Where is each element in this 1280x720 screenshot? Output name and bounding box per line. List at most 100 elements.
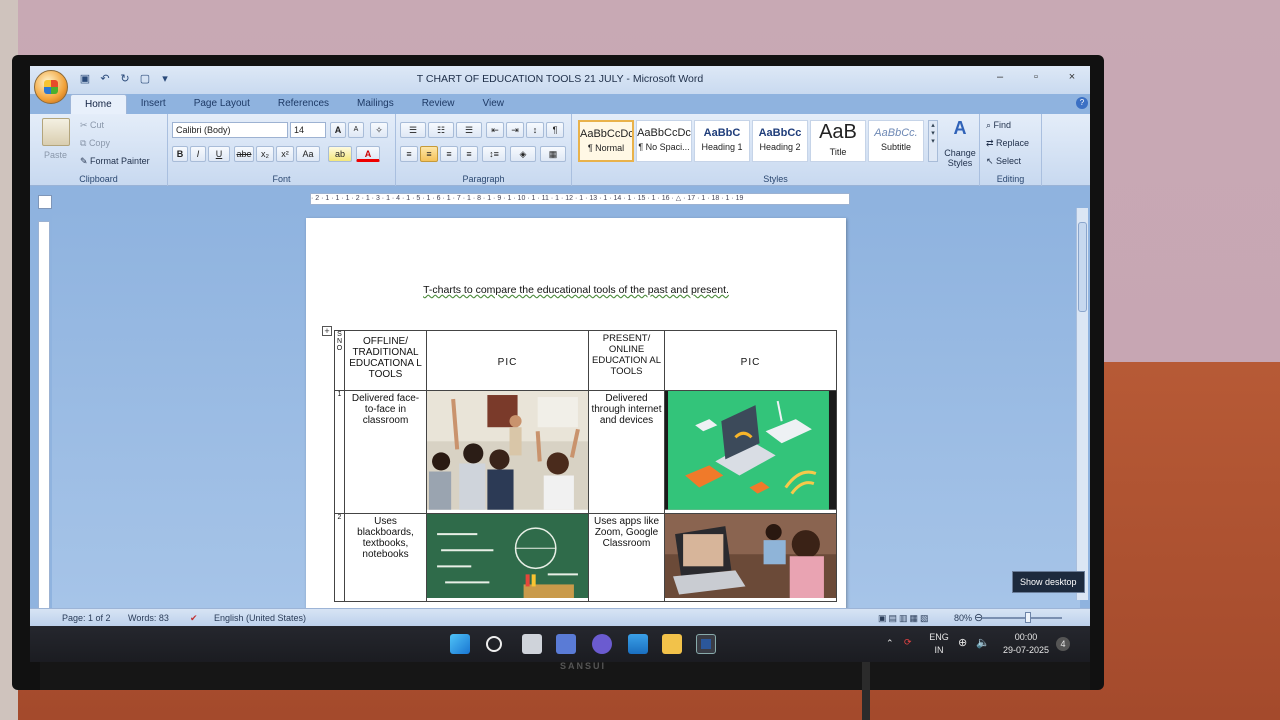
office-button[interactable] bbox=[34, 70, 68, 104]
vertical-scrollbar[interactable] bbox=[1076, 208, 1088, 600]
numbering-icon[interactable]: ☷ bbox=[428, 122, 454, 138]
styles-scroll-icon[interactable]: ▴ ▾ ▾ bbox=[928, 120, 938, 162]
sort-icon[interactable]: ↕ bbox=[526, 122, 544, 138]
document-heading[interactable]: T-charts to compare the educational tool… bbox=[306, 284, 846, 296]
style-heading-1[interactable]: AaBbC Heading 1 bbox=[694, 120, 750, 162]
superscript-button[interactable]: x² bbox=[276, 146, 294, 162]
clock-time[interactable]: 00:00 bbox=[998, 632, 1054, 642]
paste-button[interactable]: Paste bbox=[44, 150, 67, 160]
tab-selector[interactable] bbox=[38, 195, 52, 209]
help-icon[interactable]: ? bbox=[1076, 97, 1088, 109]
tab-mailings[interactable]: Mailings bbox=[343, 94, 408, 114]
page-count[interactable]: Page: 1 of 2 bbox=[62, 613, 111, 623]
shrink-font-button[interactable]: A bbox=[348, 122, 364, 138]
t-chart-table[interactable]: S N O OFFLINE/ TRADITIONAL EDUCATIONA L … bbox=[334, 330, 837, 603]
shading-icon[interactable]: ◈ bbox=[510, 146, 536, 162]
select-button[interactable]: ↖ Select bbox=[986, 156, 1021, 167]
document-page[interactable]: T-charts to compare the educational tool… bbox=[306, 218, 846, 618]
font-color-icon[interactable]: A bbox=[356, 146, 380, 162]
teams-chat-icon[interactable] bbox=[592, 634, 612, 654]
tab-home[interactable]: Home bbox=[70, 94, 127, 114]
view-buttons-icon[interactable]: ▣▤▥▦▧ bbox=[878, 613, 931, 624]
replace-button[interactable]: ⇄ Replace bbox=[986, 138, 1029, 149]
network-icon[interactable]: ⊕ bbox=[958, 636, 967, 649]
row-2-number[interactable]: 2 bbox=[334, 512, 345, 603]
borders-icon[interactable]: ▦ bbox=[540, 146, 566, 162]
row-1-online[interactable]: Delivered through internet and devices bbox=[588, 390, 665, 514]
row-2-online-picture[interactable] bbox=[664, 512, 837, 603]
search-icon[interactable] bbox=[486, 636, 502, 652]
file-explorer-icon[interactable] bbox=[662, 634, 682, 654]
header-online-tools[interactable]: PRESENT/ ONLINE EDUCATION AL TOOLS bbox=[588, 330, 665, 391]
style-title[interactable]: AaB Title bbox=[810, 120, 866, 162]
bullets-icon[interactable]: ☰ bbox=[400, 122, 426, 138]
increase-indent-icon[interactable]: ⇥ bbox=[506, 122, 524, 138]
header-pic-1[interactable]: PIC bbox=[426, 330, 589, 391]
proofing-icon[interactable]: ✔ bbox=[190, 613, 198, 624]
language-bottom[interactable]: IN bbox=[928, 645, 950, 655]
grow-font-button[interactable]: A bbox=[330, 122, 346, 138]
italic-button[interactable]: I bbox=[190, 146, 206, 162]
header-pic-2[interactable]: PIC bbox=[664, 330, 837, 391]
header-offline-tools[interactable]: OFFLINE/ TRADITIONAL EDUCATIONA L TOOLS bbox=[344, 330, 427, 391]
row-1-number[interactable]: 1 bbox=[334, 390, 345, 514]
zoom-slider[interactable] bbox=[982, 617, 1062, 619]
paste-icon[interactable] bbox=[42, 118, 70, 146]
style-no-spacing[interactable]: AaBbCcDc ¶ No Spaci... bbox=[636, 120, 692, 162]
zoom-slider-knob[interactable] bbox=[1025, 612, 1031, 623]
task-view-icon[interactable] bbox=[522, 634, 542, 654]
horizontal-ruler[interactable]: · 2 · 1 · 1 · 1 · 2 · 1 · 3 · 1 · 4 · 1 … bbox=[310, 193, 850, 205]
windows-start-icon[interactable] bbox=[450, 634, 470, 654]
highlight-icon[interactable]: ab bbox=[328, 146, 352, 162]
font-family-dropdown[interactable]: Calibri (Body) bbox=[172, 122, 288, 138]
decrease-indent-icon[interactable]: ⇤ bbox=[486, 122, 504, 138]
change-styles-button[interactable]: Change Styles bbox=[942, 148, 978, 168]
row-1-online-picture[interactable] bbox=[664, 390, 837, 514]
row-2-offline[interactable]: Uses blackboards, textbooks, notebooks bbox=[344, 512, 427, 603]
change-styles-icon[interactable]: A bbox=[944, 118, 976, 139]
format-painter-button[interactable]: ✎ Format Painter bbox=[80, 156, 150, 167]
copy-button[interactable]: ⧉ Copy bbox=[80, 138, 110, 149]
align-right-icon[interactable]: ≡ bbox=[440, 146, 458, 162]
table-move-handle-icon[interactable]: + bbox=[322, 326, 332, 336]
tab-view[interactable]: View bbox=[469, 94, 519, 114]
tab-page-layout[interactable]: Page Layout bbox=[180, 94, 264, 114]
style-normal[interactable]: AaBbCcDc ¶ Normal bbox=[578, 120, 634, 162]
row-1-offline-picture[interactable] bbox=[426, 390, 589, 514]
minimize-button[interactable]: – bbox=[990, 71, 1010, 83]
header-sno[interactable]: S N O bbox=[334, 330, 345, 391]
bold-button[interactable]: B bbox=[172, 146, 188, 162]
show-hidden-icons[interactable]: ⌃ bbox=[886, 638, 894, 649]
scrollbar-thumb[interactable] bbox=[1078, 222, 1087, 312]
volume-icon[interactable]: 🔈 bbox=[976, 636, 990, 649]
tab-review[interactable]: Review bbox=[408, 94, 469, 114]
vertical-ruler[interactable] bbox=[38, 221, 50, 611]
cut-button[interactable]: ✂ Cut bbox=[80, 120, 104, 131]
row-2-offline-picture[interactable] bbox=[426, 512, 589, 603]
zoom-level[interactable]: 80% bbox=[954, 613, 972, 623]
font-size-dropdown[interactable]: 14 bbox=[290, 122, 326, 138]
word-taskbar-icon[interactable] bbox=[696, 634, 716, 654]
tab-insert[interactable]: Insert bbox=[127, 94, 180, 114]
justify-icon[interactable]: ≡ bbox=[460, 146, 478, 162]
strikethrough-button[interactable]: abe bbox=[234, 146, 254, 162]
subscript-button[interactable]: x₂ bbox=[256, 146, 274, 162]
multilevel-list-icon[interactable]: ☰ bbox=[456, 122, 482, 138]
line-spacing-icon[interactable]: ↕≡ bbox=[482, 146, 506, 162]
align-center-icon[interactable]: ≡ bbox=[420, 146, 438, 162]
row-1-offline[interactable]: Delivered face-to-face in classroom bbox=[344, 390, 427, 514]
close-button[interactable]: × bbox=[1062, 71, 1082, 83]
widgets-icon[interactable] bbox=[556, 634, 576, 654]
align-left-icon[interactable]: ≡ bbox=[400, 146, 418, 162]
clock-date[interactable]: 29-07-2025 bbox=[998, 645, 1054, 655]
photos-icon[interactable] bbox=[628, 634, 648, 654]
maximize-button[interactable]: ▫ bbox=[1026, 71, 1046, 83]
language-indicator[interactable]: English (United States) bbox=[214, 613, 306, 623]
clear-formatting-icon[interactable]: ✧ bbox=[370, 122, 388, 138]
style-heading-2[interactable]: AaBbCc Heading 2 bbox=[752, 120, 808, 162]
language-top[interactable]: ENG bbox=[928, 632, 950, 642]
row-2-online[interactable]: Uses apps like Zoom, Google Classroom bbox=[588, 512, 665, 603]
show-formatting-button[interactable]: ¶ bbox=[546, 122, 564, 138]
network-warning-icon[interactable]: ⟳ bbox=[904, 637, 912, 648]
notification-badge[interactable]: 4 bbox=[1056, 637, 1070, 651]
